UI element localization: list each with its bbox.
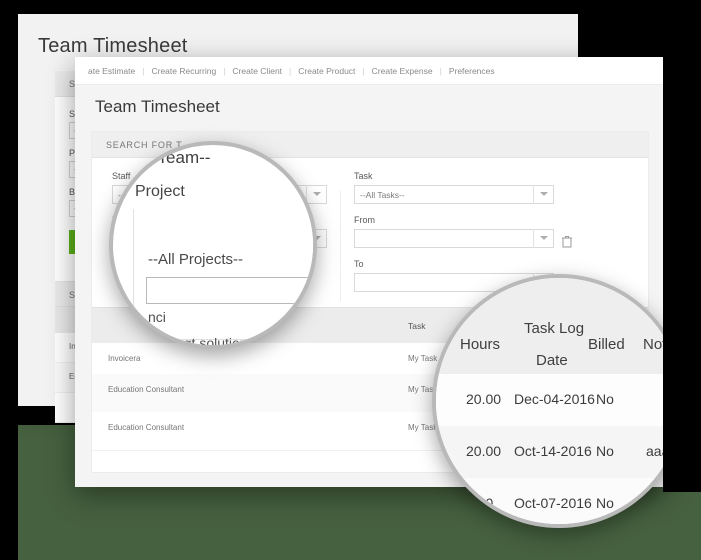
task-select[interactable]: --All Tasks-- <box>354 185 554 204</box>
magnifier-left-content: hole Team-- Project --All Projects-- nci… <box>113 145 313 345</box>
table-row[interactable]: 20.00 Dec-04-2016 No <box>436 374 682 426</box>
cell-date: Dec-04-2016 <box>514 391 595 407</box>
nav-item-create-recurring[interactable]: Create Recurring <box>144 66 223 76</box>
cell-project: Education Consultant <box>108 423 185 432</box>
nav-item-preferences[interactable]: Preferences <box>442 66 502 76</box>
dropdown-option-nci[interactable]: nci <box>148 309 166 325</box>
nav-item-create-expense[interactable]: Create Expense <box>365 66 440 76</box>
nav-item-create-product[interactable]: Create Product <box>291 66 362 76</box>
cell-notes: kvkb <box>646 495 675 511</box>
to-label: To <box>354 259 364 269</box>
cell-hours: 20.00 <box>466 391 502 407</box>
backdrop-top <box>0 0 701 14</box>
page-title: Team Timesheet <box>95 97 220 116</box>
backdrop-left <box>0 0 18 560</box>
task-label: Task <box>354 171 373 181</box>
from-field: From <box>354 215 572 248</box>
dropdown-selected-option[interactable]: --All Projects-- <box>148 251 243 268</box>
task-field: Task --All Tasks-- <box>354 171 554 204</box>
task-select-value: --All Tasks-- <box>360 190 405 200</box>
backdrop-right <box>663 0 701 492</box>
dropdown-search-input[interactable] <box>146 277 313 304</box>
from-select[interactable] <box>354 229 554 248</box>
magnified-search-header: hole Team-- <box>121 148 211 167</box>
cell-billed: No <box>596 495 614 511</box>
chevron-down-icon <box>533 185 553 204</box>
magnified-project-label: Project <box>135 183 185 200</box>
chevron-down-icon <box>533 229 553 248</box>
cell-project: Education Consultant <box>108 385 185 394</box>
form-divider <box>340 191 341 301</box>
column-header-task: Task <box>408 321 426 331</box>
back-window-title: Team Timesheet <box>38 35 188 57</box>
nav-item-create-client[interactable]: Create Client <box>225 66 289 76</box>
nav-item-create-estimate[interactable]: ate Estimate <box>81 66 142 76</box>
from-label: From <box>354 215 375 225</box>
cell-hours: 20.00 <box>466 443 502 459</box>
column-header-billed: Billed <box>588 336 625 353</box>
column-header-task-log: Task Log <box>524 320 585 337</box>
magnified-project-panel: Project --All Projects-- nci HR mgt solu… <box>127 171 313 345</box>
top-navigation: ate Estimate | Create Recurring | Create… <box>75 57 663 85</box>
trash-icon[interactable] <box>561 235 573 248</box>
magnifier-right-content: Hours Task Log Date Billed Notes 20.00 D… <box>436 278 682 524</box>
cell-billed: No <box>596 391 614 407</box>
table-row[interactable]: 20.00 Oct-14-2016 No aaaaa <box>436 426 682 478</box>
screenshot-stage: Team Timesheet SEARCH Staff --W Project … <box>0 0 701 560</box>
table-row[interactable]: 2.00 Oct-07-2016 No kvkb <box>436 478 682 524</box>
cell-task: My Task <box>408 354 438 363</box>
column-header-hours: Hours <box>460 336 501 353</box>
magnifier-timesheet-table: Hours Task Log Date Billed Notes 20.00 D… <box>432 274 686 528</box>
magnifier-project-dropdown: hole Team-- Project --All Projects-- nci… <box>109 141 317 349</box>
cell-hours: 2.00 <box>466 495 494 511</box>
column-header-date: Date <box>536 352 568 369</box>
cell-project: Invoicera <box>108 354 141 363</box>
magnified-dropdown-list[interactable]: --All Projects-- nci HR mgt solution Imo… <box>133 209 313 345</box>
cell-billed: No <box>596 443 614 459</box>
cell-date: Oct-07-2016 <box>514 495 592 511</box>
cell-date: Oct-14-2016 <box>514 443 592 459</box>
magnified-table-header: Hours Task Log Date Billed Notes <box>436 278 682 374</box>
